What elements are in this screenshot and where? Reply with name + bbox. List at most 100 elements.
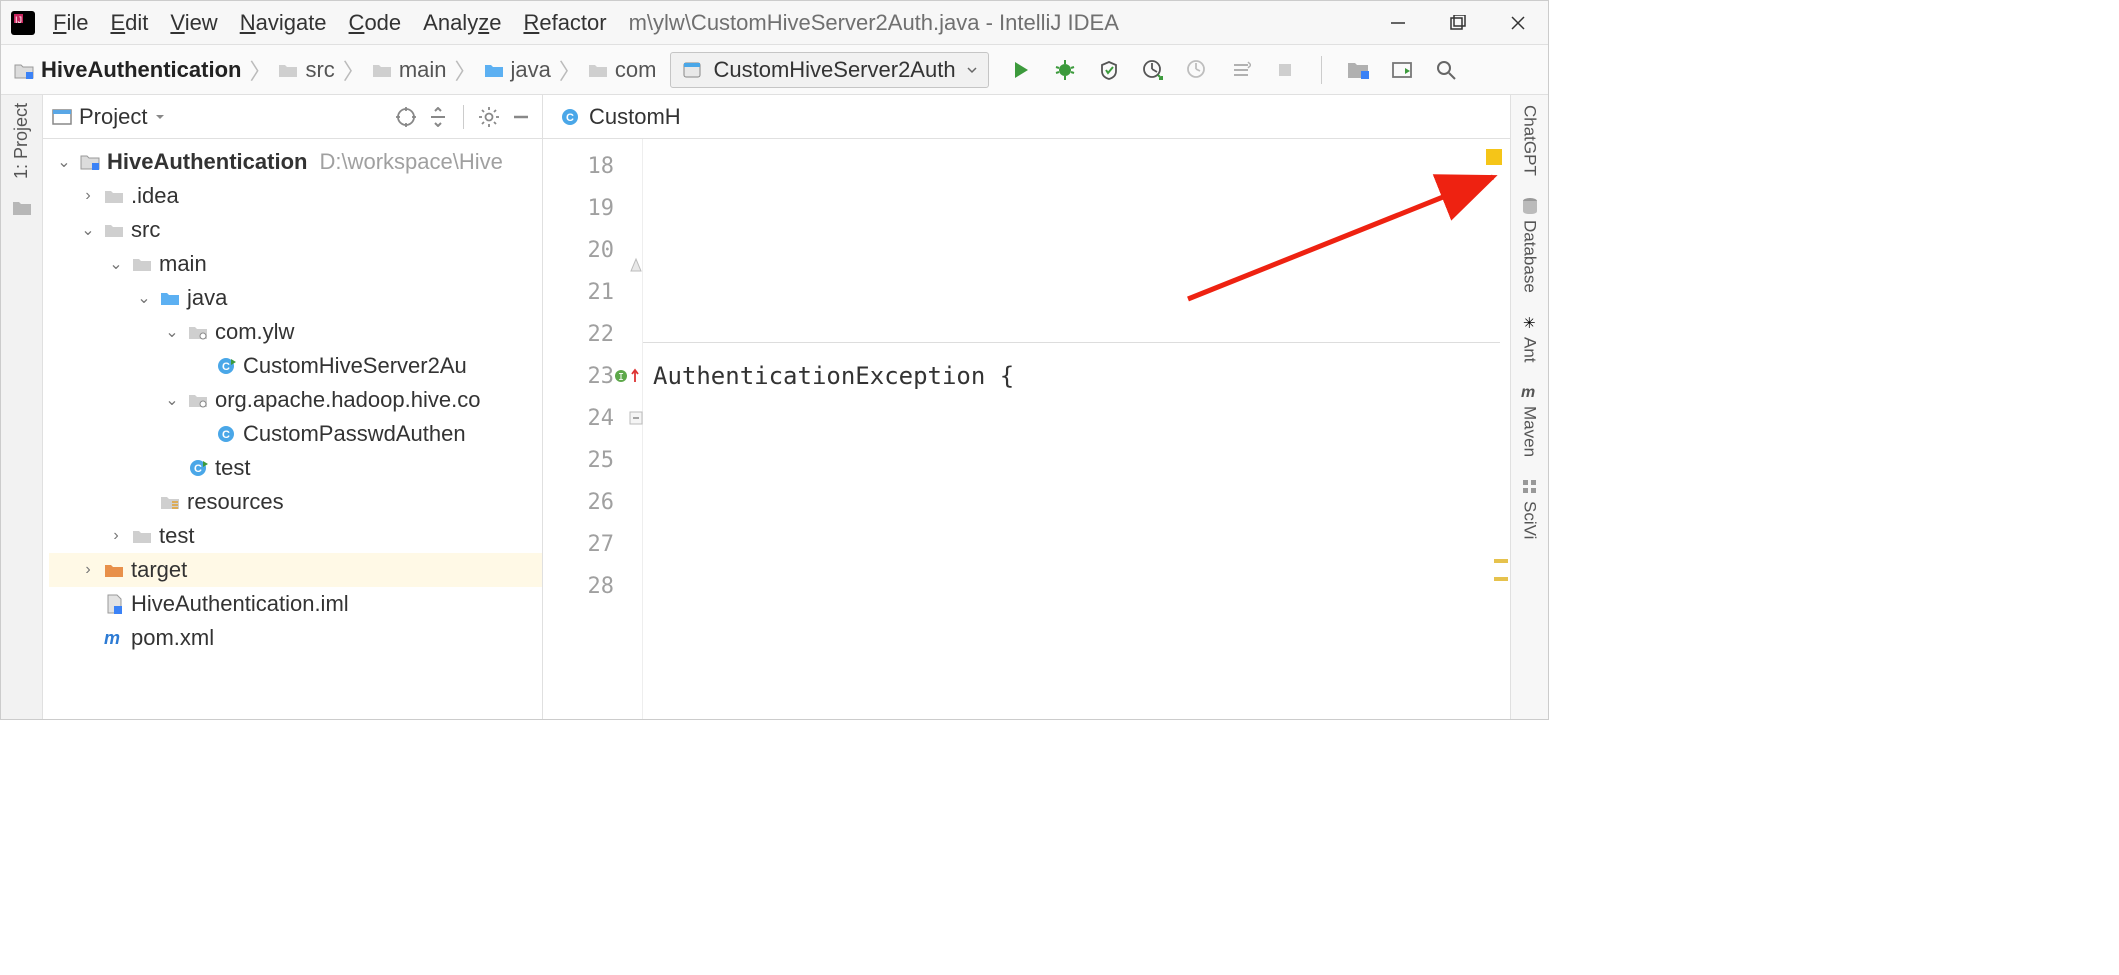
tree-idea[interactable]: › .idea [49, 179, 542, 213]
settings-icon[interactable] [476, 104, 502, 130]
project-structure-button[interactable] [1344, 56, 1372, 84]
maven-file-icon: m [103, 627, 125, 649]
project-dropdown-icon[interactable] [153, 110, 167, 124]
coverage-button[interactable] [1095, 56, 1123, 84]
tree-main[interactable]: ⌄ main [49, 247, 542, 281]
right-rail-chatgpt[interactable]: ChatGPT [1520, 105, 1540, 176]
gutter-line[interactable]: 21 [543, 271, 642, 313]
svg-text:m: m [104, 628, 120, 648]
left-rail-project[interactable]: 1: Project [11, 103, 32, 179]
folder-icon [277, 59, 299, 81]
attach-button[interactable] [1183, 56, 1211, 84]
inspection-indicator[interactable] [1486, 149, 1502, 165]
tree-pom[interactable]: m pom.xml [49, 621, 542, 655]
editor-tab-label: CustomH [589, 104, 681, 130]
main-area: 1: Project Project ⌄ HiveAuthentica [1, 95, 1548, 719]
project-header: Project [43, 95, 542, 139]
gutter-line[interactable]: 28 [543, 565, 642, 607]
tree-test[interactable]: › test [49, 519, 542, 553]
menu-file-label: ile [66, 10, 88, 35]
menu-file[interactable]: File [53, 10, 88, 36]
menu-view-label: iew [185, 10, 218, 35]
menu-view[interactable]: View [170, 10, 217, 36]
gutter-line[interactable]: 19 [543, 187, 642, 229]
editor-tab[interactable]: C CustomH [549, 98, 691, 136]
hide-panel-icon[interactable] [508, 104, 534, 130]
tree-pkg-com[interactable]: ⌄ com.ylw [49, 315, 542, 349]
gutter-line[interactable]: 27 [543, 523, 642, 565]
breadcrumb: HiveAuthentication 〉 src 〉 main 〉 java 〉… [1, 54, 656, 86]
expand-all-icon[interactable] [425, 104, 451, 130]
right-rail-maven[interactable]: m Maven [1520, 382, 1540, 457]
menu-refactor[interactable]: Refactor [523, 10, 606, 36]
gutter[interactable]: 18 19 20 21 22 23 I 24 25 26 27 28 [543, 139, 643, 719]
svg-text:✳: ✳ [1523, 315, 1536, 332]
run-config-selector[interactable]: CustomHiveServer2Auth [670, 52, 988, 88]
close-button[interactable] [1508, 13, 1528, 33]
crumb-com[interactable]: com [587, 57, 657, 83]
right-rail-sciview[interactable]: SciVi [1520, 477, 1540, 539]
gutter-line[interactable]: 25 [543, 439, 642, 481]
gutter-line[interactable]: 23 I [543, 355, 642, 397]
tree-root-label: HiveAuthentication [107, 149, 307, 175]
crumb-java-label: java [511, 57, 551, 83]
tree-src-label: src [131, 217, 160, 243]
tree-target[interactable]: › target [49, 553, 542, 587]
run-button[interactable] [1007, 56, 1035, 84]
gutter-line[interactable]: 20 [543, 229, 642, 271]
tree-cls-passwd[interactable]: C CustomPasswdAuthen [49, 417, 542, 451]
maximize-button[interactable] [1448, 13, 1468, 33]
crumb-src[interactable]: src 〉 [277, 54, 366, 86]
crumb-java[interactable]: java 〉 [483, 54, 583, 86]
structure-rail-icon[interactable] [9, 195, 35, 221]
stripe-mark[interactable] [1494, 559, 1508, 563]
tree-java[interactable]: ⌄ java [49, 281, 542, 315]
menu-code[interactable]: Code [349, 10, 402, 36]
class-icon: C [187, 457, 209, 479]
module-icon [13, 59, 35, 81]
fold-handle-icon[interactable] [629, 411, 643, 425]
folder-icon [371, 59, 393, 81]
source-folder-icon [159, 287, 181, 309]
tree-cls-custom[interactable]: C CustomHiveServer2Au [49, 349, 542, 383]
class-icon: C [215, 355, 237, 377]
search-everywhere-button[interactable] [1432, 56, 1460, 84]
fold-handle-icon[interactable] [629, 255, 643, 273]
tree-iml[interactable]: HiveAuthentication.iml [49, 587, 542, 621]
right-rail-database[interactable]: Database [1520, 196, 1540, 293]
svg-text:IJ: IJ [15, 15, 22, 25]
svg-text:C: C [194, 463, 202, 475]
svg-text:C: C [222, 429, 230, 441]
project-tree[interactable]: ⌄ HiveAuthentication D:\workspace\Hive ›… [43, 139, 542, 661]
debug-button[interactable] [1051, 56, 1079, 84]
gutter-line[interactable]: 22 [543, 313, 642, 355]
crumb-root[interactable]: HiveAuthentication 〉 [13, 54, 273, 86]
code-area[interactable]: AuthenticationException { [643, 139, 1510, 719]
file-icon [103, 593, 125, 615]
menu-edit[interactable]: Edit [110, 10, 148, 36]
crumb-main[interactable]: main 〉 [371, 54, 479, 86]
menu-analyze[interactable]: Analyze [423, 10, 501, 36]
window-title: m\ylw\CustomHiveServer2Auth.java - Intel… [629, 10, 1388, 36]
locate-icon[interactable] [393, 104, 419, 130]
gutter-line[interactable]: 18 [543, 145, 642, 187]
tree-idea-label: .idea [131, 183, 179, 209]
editor-body[interactable]: 18 19 20 21 22 23 I 24 25 26 27 28 [543, 139, 1510, 719]
profile-button[interactable] [1139, 56, 1167, 84]
run-anything-button[interactable] [1388, 56, 1416, 84]
gutter-line[interactable]: 26 [543, 481, 642, 523]
stop-button[interactable] [1271, 56, 1299, 84]
stripe-mark[interactable] [1494, 577, 1508, 581]
tree-resources[interactable]: resources [49, 485, 542, 519]
tree-root[interactable]: ⌄ HiveAuthentication D:\workspace\Hive [49, 145, 542, 179]
menu-navigate[interactable]: Navigate [240, 10, 327, 36]
gutter-line[interactable]: 24 [543, 397, 642, 439]
tree-src[interactable]: ⌄ src [49, 213, 542, 247]
override-icon[interactable]: I [614, 368, 640, 384]
minimize-button[interactable] [1388, 13, 1408, 33]
right-rail-ant[interactable]: ✳ Ant [1520, 313, 1540, 363]
tree-cls-test[interactable]: C test [49, 451, 542, 485]
crumb-com-label: com [615, 57, 657, 83]
stack-button[interactable] [1227, 56, 1255, 84]
tree-pkg-hadoop[interactable]: ⌄ org.apache.hadoop.hive.co [49, 383, 542, 417]
